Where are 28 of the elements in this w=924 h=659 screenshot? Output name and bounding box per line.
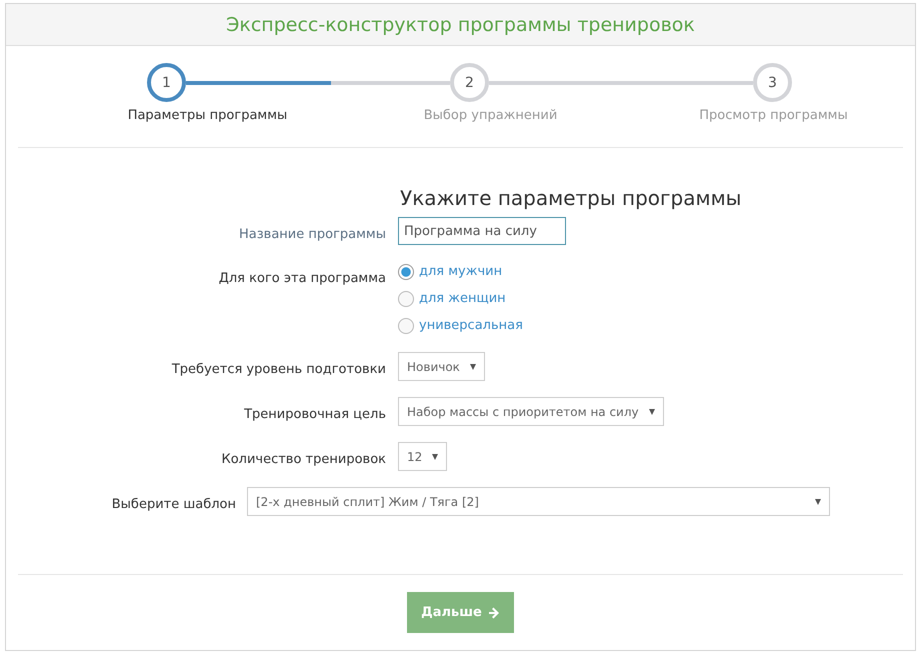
form-heading: Укажите параметры программы xyxy=(400,186,742,210)
step-circle[interactable]: 3 xyxy=(753,63,792,102)
dropdown[interactable]: [2-х дневный сплит] Жим / Тяга [2] xyxy=(247,487,830,516)
caret-icon xyxy=(815,498,821,504)
radio-label[interactable]: универсальная xyxy=(419,318,523,333)
radio-label[interactable]: для женщин xyxy=(419,291,506,306)
dropdown[interactable]: 12 xyxy=(398,442,448,471)
field-label: Количество тренировок xyxy=(221,452,386,467)
caret-icon xyxy=(432,454,438,460)
page-title: Экспресс-конструктор программы тренировок xyxy=(226,14,695,36)
caret-icon xyxy=(648,408,655,414)
field-label: Выберите шаблон xyxy=(112,497,236,512)
radio-button[interactable] xyxy=(398,318,414,334)
step-circle[interactable]: 2 xyxy=(450,63,489,102)
radio-button[interactable] xyxy=(398,264,414,280)
step-circle[interactable]: 1 xyxy=(147,63,186,102)
radio-label[interactable]: для мужчин xyxy=(419,264,502,279)
dropdown[interactable]: Новичок xyxy=(398,352,485,381)
dropdown[interactable]: Набор массы с приоритетом на силу xyxy=(398,397,664,426)
text-field[interactable]: Программа на силу xyxy=(398,217,566,245)
caret-icon xyxy=(470,364,476,370)
radio-button[interactable] xyxy=(398,290,414,306)
field-label: Тренировочная цель xyxy=(244,407,386,422)
step-label[interactable]: Параметры программы xyxy=(128,108,288,123)
field-label: Название программы xyxy=(239,227,386,242)
field-label: Требуется уровень подготовки xyxy=(172,362,386,377)
field-label: Для кого эта программа xyxy=(218,271,386,286)
arrow-icon xyxy=(488,606,500,618)
